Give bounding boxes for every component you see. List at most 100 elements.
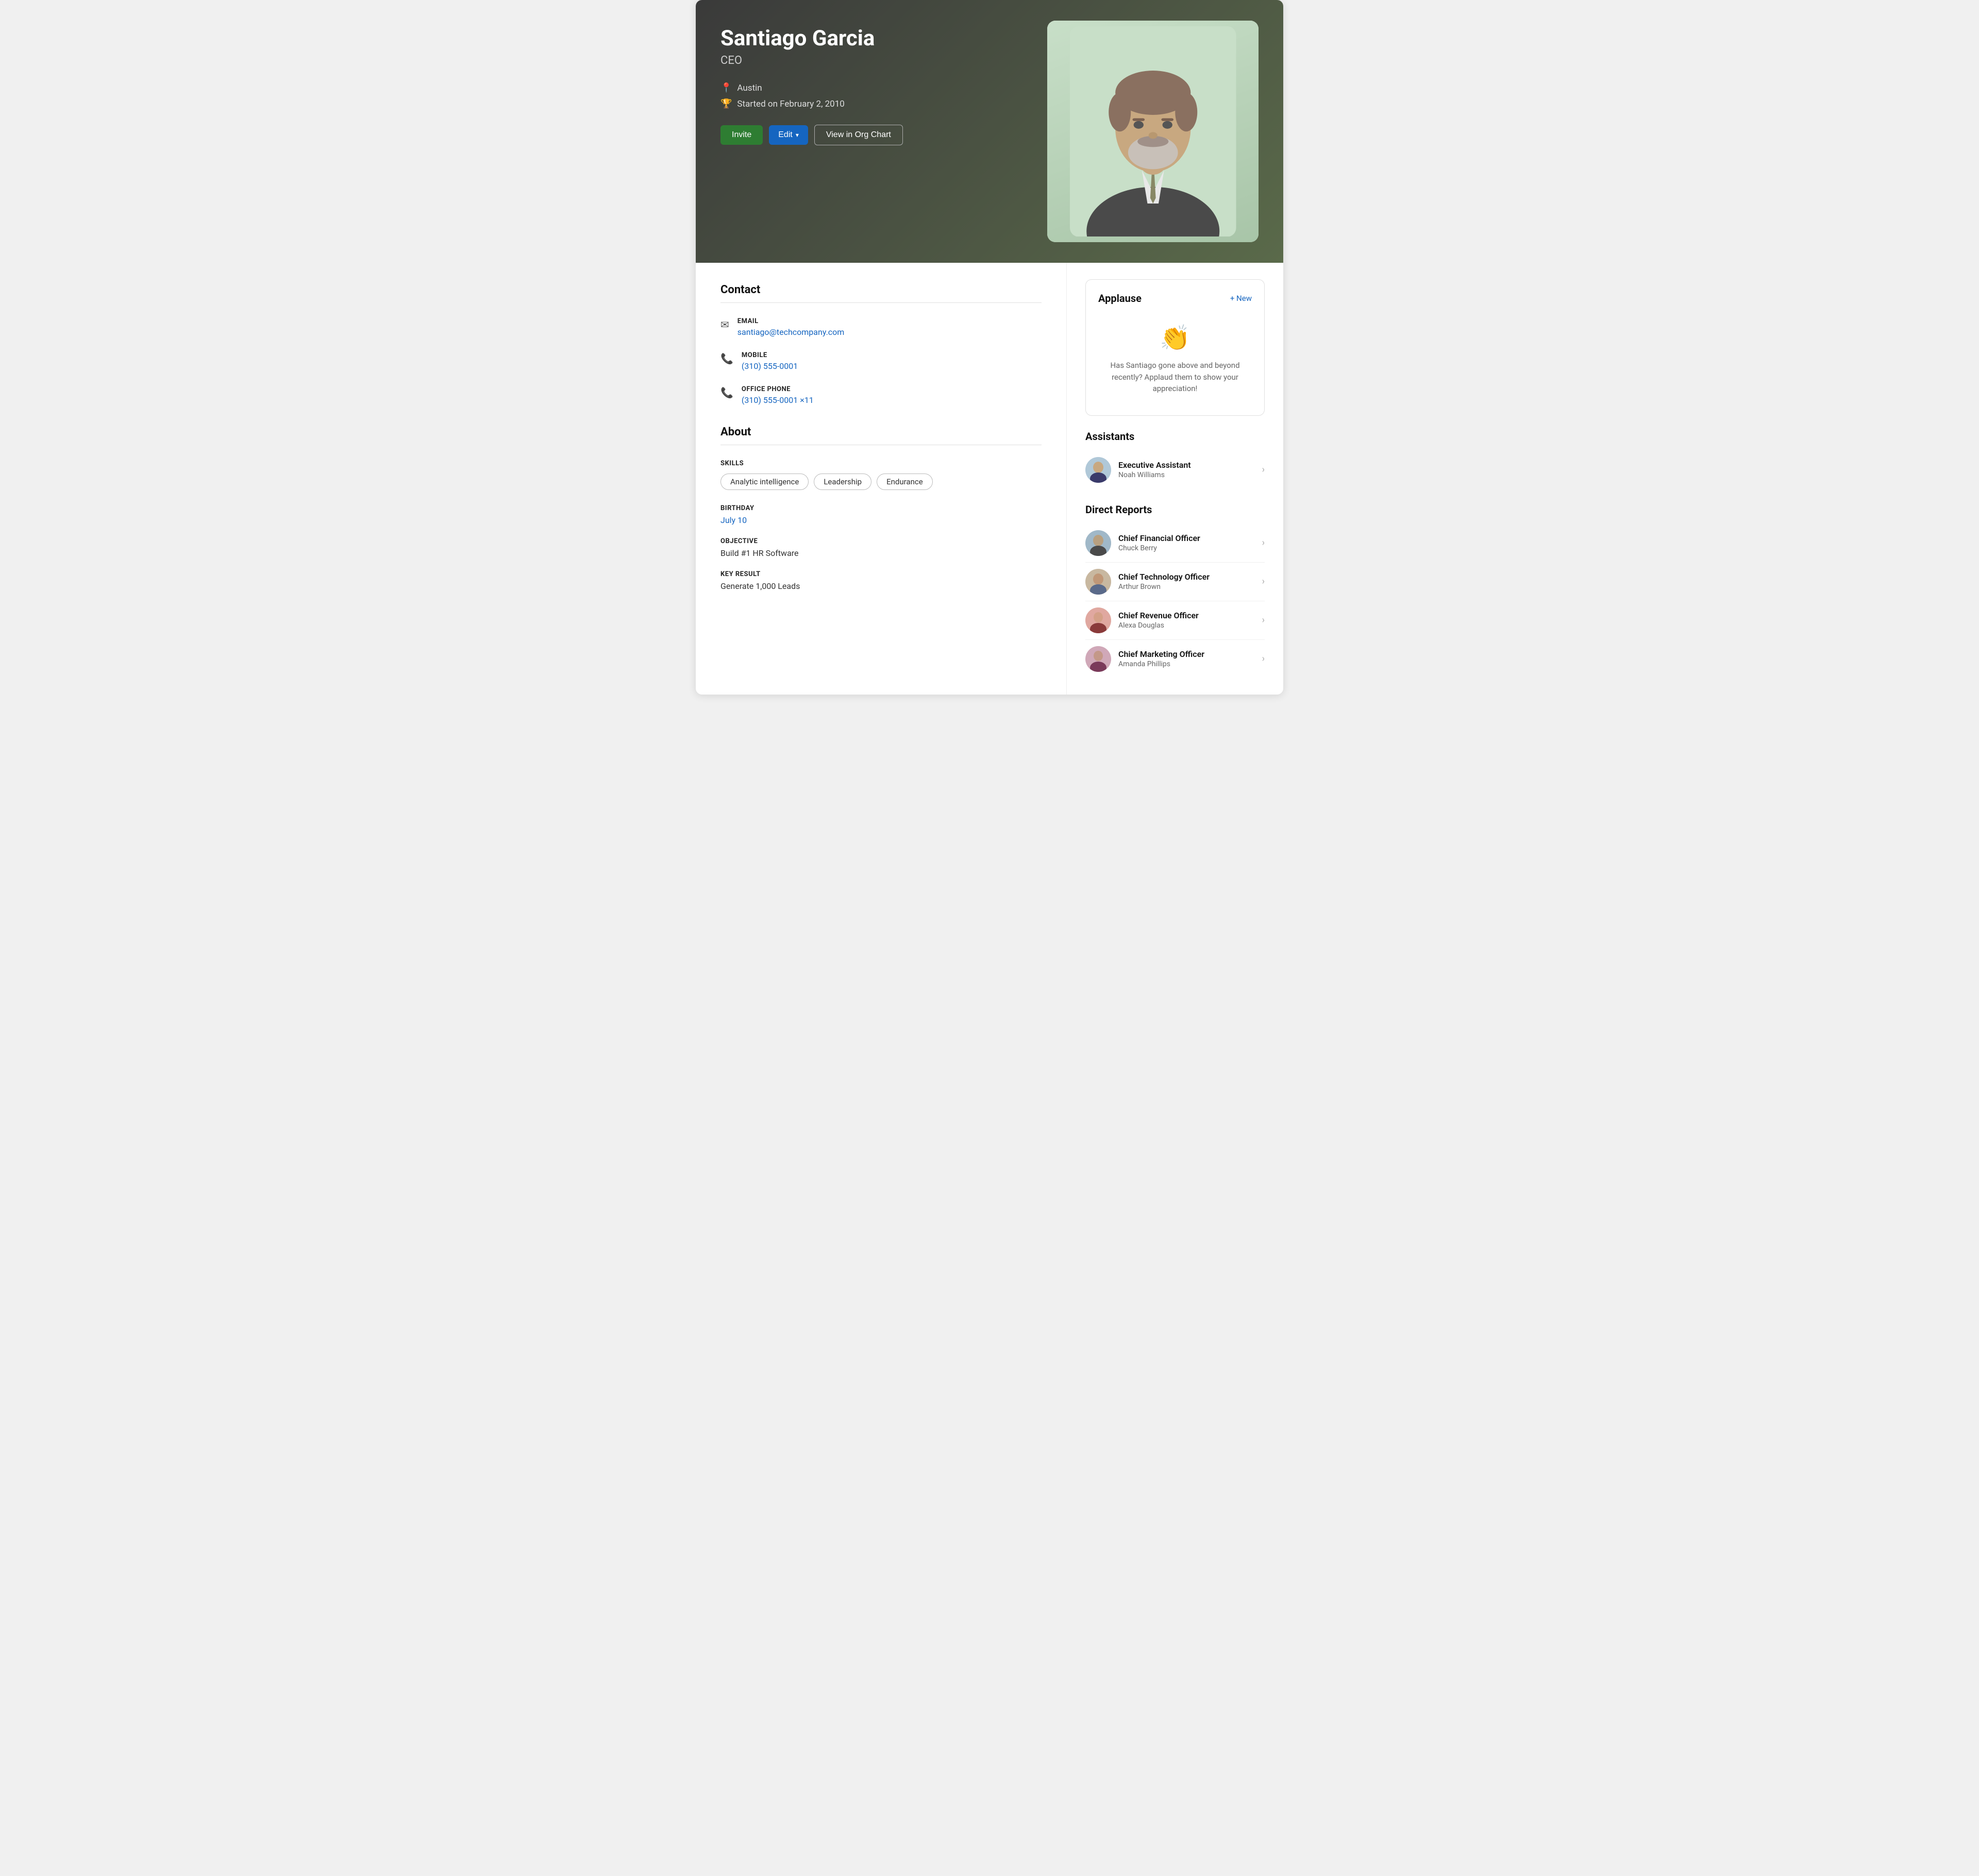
- skill-chip-1: Leadership: [814, 474, 871, 490]
- applause-text: Has Santiago gone above and beyond recen…: [1098, 360, 1252, 395]
- report-avatar-2: [1085, 607, 1111, 633]
- skill-chip-2: Endurance: [877, 474, 933, 490]
- report-row-1[interactable]: Chief Technology Officer Arthur Brown ›: [1085, 563, 1265, 601]
- location-text: Austin: [737, 83, 762, 93]
- report-row-2[interactable]: Chief Revenue Officer Alexa Douglas ›: [1085, 601, 1265, 640]
- report-info-1: Chief Technology Officer Arthur Brown: [1118, 572, 1255, 591]
- direct-reports-title: Direct Reports: [1085, 503, 1265, 516]
- header-actions: Invite Edit ▾ View in Org Chart: [720, 125, 1047, 145]
- report-avatar-1: [1085, 569, 1111, 595]
- header-meta: 📍 Austin 🏆 Started on February 2, 2010: [720, 82, 1047, 109]
- report-role-3: Chief Marketing Officer: [1118, 649, 1255, 659]
- report-name-0: Chuck Berry: [1118, 544, 1255, 552]
- mobile-label: MOBILE: [742, 351, 798, 359]
- location-icon: 📍: [720, 82, 732, 93]
- report-info-2: Chief Revenue Officer Alexa Douglas: [1118, 611, 1255, 630]
- report-name-1: Arthur Brown: [1118, 583, 1255, 591]
- report-avatar-0: [1085, 530, 1111, 556]
- report-info-3: Chief Marketing Officer Amanda Phillips: [1118, 649, 1255, 668]
- report-role-2: Chief Revenue Officer: [1118, 611, 1255, 620]
- mobile-value[interactable]: (310) 555-0001: [742, 361, 798, 371]
- applause-header: Applause + New: [1098, 292, 1252, 305]
- skills-label: SKILLS: [720, 460, 1042, 467]
- person-silhouette: [1063, 26, 1243, 237]
- email-item: ✉ EMAIL santiago@techcompany.com: [720, 317, 1042, 337]
- report-avatar-svg-0: [1085, 530, 1111, 556]
- applause-title: Applause: [1098, 292, 1142, 305]
- mobile-item: 📞 MOBILE (310) 555-0001: [720, 351, 1042, 371]
- report-role-1: Chief Technology Officer: [1118, 572, 1255, 582]
- main-content: Contact ✉ EMAIL santiago@techcompany.com…: [696, 263, 1283, 695]
- invite-button[interactable]: Invite: [720, 125, 763, 145]
- person-name: Santiago Garcia: [720, 26, 1047, 51]
- started-item: 🏆 Started on February 2, 2010: [720, 98, 1047, 109]
- contact-divider: [720, 302, 1042, 303]
- profile-photo: [1047, 21, 1259, 242]
- office-phone-block: OFFICE PHONE (310) 555-0001 ×11: [742, 385, 814, 405]
- report-avatar-3: [1085, 646, 1111, 672]
- mobile-block: MOBILE (310) 555-0001: [742, 351, 798, 371]
- report-info-0: Chief Financial Officer Chuck Berry: [1118, 533, 1255, 552]
- profile-container: Santiago Garcia CEO 📍 Austin 🏆 Started o…: [696, 0, 1283, 695]
- birthday-label: BIRTHDAY: [720, 504, 1042, 512]
- assistant-avatar-0: [1085, 457, 1111, 483]
- key-result-label: KEY RESULT: [720, 570, 1042, 578]
- chevron-down-icon: ▾: [796, 131, 799, 139]
- report-avatar-svg-1: [1085, 569, 1111, 595]
- started-text: Started on February 2, 2010: [737, 99, 844, 109]
- birthday-value: July 10: [720, 515, 1042, 525]
- office-value[interactable]: (310) 555-0001 ×11: [742, 395, 814, 405]
- applause-icon: 👏: [1098, 323, 1252, 352]
- report-chevron-1: ›: [1262, 576, 1265, 587]
- report-row-0[interactable]: Chief Financial Officer Chuck Berry ›: [1085, 524, 1265, 563]
- applause-new-button[interactable]: + New: [1230, 294, 1252, 303]
- report-chevron-2: ›: [1262, 615, 1265, 626]
- assistant-info-0: Executive Assistant Noah Williams: [1118, 460, 1255, 479]
- assistant-chevron-0: ›: [1262, 464, 1265, 475]
- objective-value: Build #1 HR Software: [720, 548, 1042, 558]
- profile-header: Santiago Garcia CEO 📍 Austin 🏆 Started o…: [696, 0, 1283, 263]
- phone-icon: 📞: [720, 352, 733, 365]
- skill-chip-0: Analytic intelligence: [720, 474, 809, 490]
- assistant-row-0[interactable]: Executive Assistant Noah Williams ›: [1085, 451, 1265, 489]
- office-label: OFFICE PHONE: [742, 385, 814, 393]
- objective-label: OBJECTIVE: [720, 537, 1042, 545]
- direct-reports-section: Direct Reports Chief Financial Officer C…: [1085, 503, 1265, 678]
- report-chevron-3: ›: [1262, 653, 1265, 664]
- assistants-section: Assistants Executive Assistant Noah Will…: [1085, 430, 1265, 489]
- applause-card: Applause + New 👏 Has Santiago gone above…: [1085, 279, 1265, 416]
- photo-placeholder: [1047, 21, 1259, 242]
- report-chevron-0: ›: [1262, 537, 1265, 548]
- report-avatar-svg-3: [1085, 646, 1111, 672]
- key-result-value: Generate 1,000 Leads: [720, 581, 1042, 591]
- edit-label: Edit: [778, 130, 793, 140]
- office-phone-icon: 📞: [720, 386, 733, 399]
- email-value[interactable]: santiago@techcompany.com: [737, 327, 845, 337]
- left-panel: Contact ✉ EMAIL santiago@techcompany.com…: [696, 263, 1067, 695]
- header-left: Santiago Garcia CEO 📍 Austin 🏆 Started o…: [720, 21, 1047, 145]
- report-row-3[interactable]: Chief Marketing Officer Amanda Phillips …: [1085, 640, 1265, 678]
- email-icon: ✉: [720, 318, 729, 331]
- report-avatar-svg-2: [1085, 607, 1111, 633]
- about-section-title: About: [720, 426, 1042, 438]
- trophy-icon: 🏆: [720, 98, 732, 109]
- email-block: EMAIL santiago@techcompany.com: [737, 317, 845, 337]
- assistants-title: Assistants: [1085, 430, 1265, 443]
- assistant-role-0: Executive Assistant: [1118, 460, 1255, 470]
- right-panel: Applause + New 👏 Has Santiago gone above…: [1067, 263, 1283, 695]
- assistant-name-0: Noah Williams: [1118, 471, 1255, 479]
- person-title: CEO: [720, 54, 1047, 67]
- office-phone-item: 📞 OFFICE PHONE (310) 555-0001 ×11: [720, 385, 1042, 405]
- report-name-3: Amanda Phillips: [1118, 660, 1255, 668]
- applause-body: 👏 Has Santiago gone above and beyond rec…: [1098, 315, 1252, 403]
- report-name-2: Alexa Douglas: [1118, 621, 1255, 630]
- contact-section-title: Contact: [720, 283, 1042, 296]
- location-item: 📍 Austin: [720, 82, 1047, 93]
- org-chart-button[interactable]: View in Org Chart: [814, 125, 903, 145]
- report-role-0: Chief Financial Officer: [1118, 533, 1255, 543]
- skills-chips: Analytic intelligence Leadership Enduran…: [720, 474, 1042, 490]
- email-label: EMAIL: [737, 317, 845, 325]
- assistant-avatar-svg-0: [1085, 457, 1111, 483]
- about-section: About SKILLS Analytic intelligence Leade…: [720, 426, 1042, 591]
- edit-button[interactable]: Edit ▾: [769, 125, 808, 145]
